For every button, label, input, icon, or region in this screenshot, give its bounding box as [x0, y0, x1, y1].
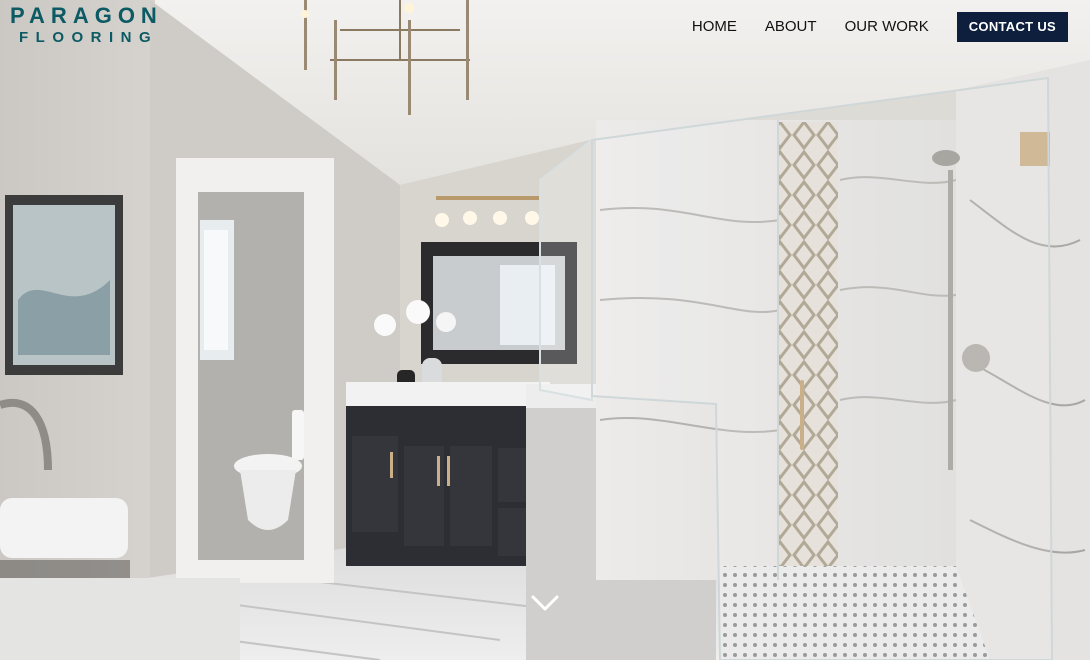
logo-wordmark-top: PARAGON [10, 3, 163, 28]
nav-about-link[interactable]: ABOUT [765, 12, 817, 42]
main-nav: HOME ABOUT OUR WORK CONTACT US [692, 12, 1068, 42]
logo-wordmark-bottom: FLOORING [19, 29, 159, 46]
hero-image [0, 0, 1090, 660]
scroll-down-button[interactable] [529, 590, 561, 616]
site-header: PARAGON FLOORING HOME ABOUT OUR WORK CON… [0, 0, 1090, 60]
brand-logo[interactable]: PARAGON FLOORING [10, 3, 163, 47]
chevron-down-icon [531, 595, 559, 611]
nav-home-link[interactable]: HOME [692, 12, 737, 42]
nav-our-work-link[interactable]: OUR WORK [845, 12, 929, 42]
contact-us-button[interactable]: CONTACT US [956, 12, 1068, 42]
